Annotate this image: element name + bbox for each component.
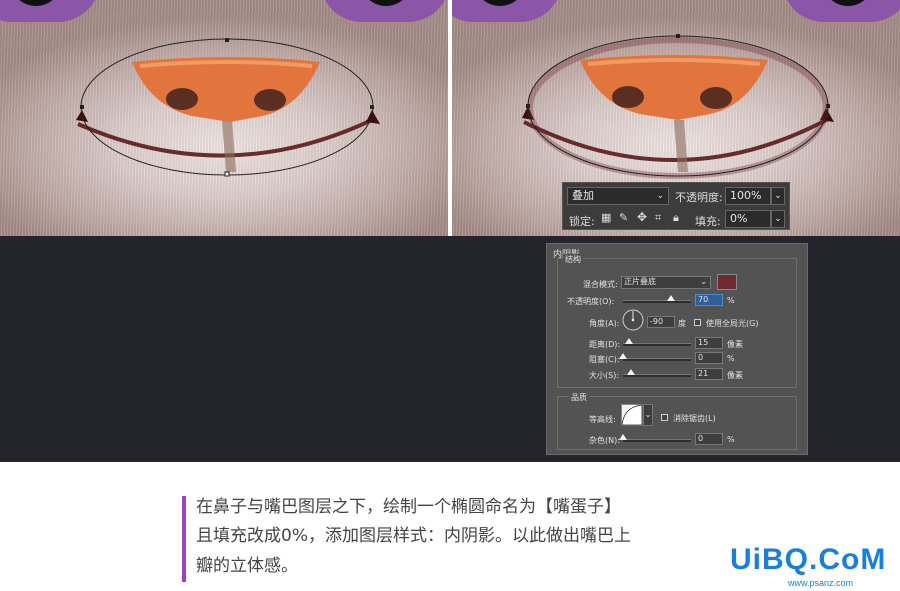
noise-slider[interactable]: [623, 439, 691, 442]
anchor-point[interactable]: [80, 105, 84, 109]
opacity-label: 不透明度(O):: [567, 297, 615, 306]
blend-mode-value: 叠加: [572, 189, 594, 202]
size-slider-knob[interactable]: [627, 369, 635, 375]
anchor-point[interactable]: [225, 38, 229, 42]
noise-field[interactable]: 0: [695, 433, 723, 445]
before-image: [0, 0, 448, 236]
fill-field[interactable]: 0%: [725, 210, 771, 228]
anchor-point[interactable]: [826, 104, 830, 108]
opacity-slider-knob[interactable]: [666, 295, 675, 301]
choke-slider-knob[interactable]: [619, 353, 627, 359]
chevron-down-icon[interactable]: ⌄: [771, 210, 785, 228]
angle-field[interactable]: -90: [647, 316, 675, 328]
contour-preview[interactable]: [621, 404, 643, 426]
caption-line-3: 瓣的立体感。: [196, 556, 298, 576]
fill-label: 填充:: [695, 215, 721, 228]
contour-label: 等高线:: [589, 415, 616, 424]
choke-field[interactable]: 0: [695, 352, 723, 364]
choke-label: 阻塞(C):: [589, 355, 620, 364]
noise-value: 0: [698, 434, 704, 443]
size-label: 大小(S):: [589, 371, 620, 380]
global-light-checkbox[interactable]: [694, 319, 701, 326]
blend-mode-select[interactable]: 叠加 ⌄: [567, 187, 669, 205]
layer-properties-bar: 叠加 ⌄ 不透明度: 100% ⌄ 锁定: ▦ ✎ ✥ ⌗ 🔒︎ 填充: 0% …: [562, 182, 790, 230]
anchor-point[interactable]: [224, 171, 230, 177]
site-watermark: UiBQ.CoM: [730, 543, 887, 576]
angle-value: -90: [650, 317, 664, 326]
crop-artboard-icon[interactable]: ⌗: [655, 211, 661, 225]
fill-value: 0%: [730, 212, 748, 225]
size-value: 21: [698, 369, 709, 378]
brush-icon[interactable]: ✎: [619, 211, 628, 224]
caption-accent-bar: [182, 496, 186, 582]
degree-unit: 度: [678, 319, 686, 328]
shadow-color-swatch[interactable]: [717, 274, 737, 290]
antialias-label: 消除锯齿(L): [673, 414, 716, 423]
opacity-value: 70: [698, 295, 709, 304]
noise-label: 杂色(N):: [589, 436, 620, 445]
move-icon[interactable]: ✥: [637, 210, 647, 224]
opacity-slider[interactable]: [623, 300, 691, 303]
mouth-illustration: [76, 38, 380, 177]
chevron-down-icon[interactable]: ⌄: [771, 187, 785, 205]
antialias-checkbox[interactable]: [661, 414, 668, 421]
distance-value: 15: [698, 338, 709, 347]
structure-label: 结构: [563, 254, 583, 265]
percent-unit: %: [727, 296, 735, 305]
percent-unit: %: [727, 435, 735, 444]
blend-mode-label: 混合模式:: [583, 280, 618, 289]
blend-mode-value: 正片叠底: [624, 277, 656, 286]
opacity-label: 不透明度:: [675, 191, 723, 204]
size-field[interactable]: 21: [695, 368, 723, 380]
caption-line-2: 且填充改成0%，添加图层样式：内阴影。以此做出嘴巴上: [196, 526, 631, 546]
blend-mode-select[interactable]: 正片叠底 ⌄: [621, 276, 711, 289]
chevron-down-icon: ⌄: [656, 191, 664, 201]
site-watermark-url: www.psanz.com: [788, 578, 854, 588]
lock-icon[interactable]: 🔒︎: [673, 211, 679, 225]
opacity-value: 100%: [730, 189, 762, 202]
distance-slider[interactable]: [623, 343, 691, 346]
angle-dial[interactable]: [621, 308, 645, 332]
pixel-unit: 像素: [727, 340, 743, 349]
distance-field[interactable]: 15: [695, 337, 723, 349]
choke-slider[interactable]: [623, 358, 691, 361]
lock-label: 锁定:: [569, 215, 595, 228]
distance-label: 距离(D):: [589, 340, 621, 349]
anchor-point[interactable]: [676, 34, 680, 38]
lock-transparent-icon[interactable]: ▦: [601, 211, 611, 224]
caption-line-1: 在鼻子与嘴巴图层之下，绘制一个椭圆命名为【嘴蛋子】: [196, 497, 621, 517]
noise-slider-knob[interactable]: [619, 434, 627, 440]
chevron-down-icon[interactable]: ⌄: [643, 404, 653, 426]
angle-label: 角度(A):: [589, 319, 620, 328]
choke-value: 0: [698, 353, 704, 362]
distance-slider-knob[interactable]: [625, 338, 633, 344]
percent-unit: %: [727, 354, 735, 363]
pixel-unit: 像素: [727, 371, 743, 380]
global-light-label: 使用全局光(G): [706, 319, 759, 328]
opacity-field[interactable]: 100%: [725, 187, 771, 205]
inner-shadow-panel: 内阴影 结构 混合模式: 正片叠底 ⌄ 不透明度(O): 70 % 角度(A):…: [546, 243, 808, 455]
quality-label: 品质: [569, 392, 589, 403]
chevron-down-icon: ⌄: [700, 277, 707, 286]
anchor-point[interactable]: [526, 104, 530, 108]
anchor-point[interactable]: [370, 105, 374, 109]
opacity-field[interactable]: 70: [695, 294, 723, 306]
